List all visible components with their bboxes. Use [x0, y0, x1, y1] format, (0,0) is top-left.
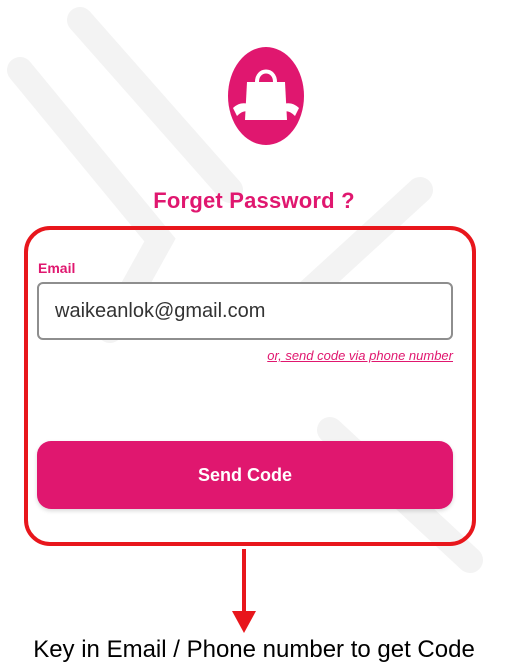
- arrow-down-icon: [232, 549, 256, 633]
- page-title: Forget Password ?: [153, 188, 355, 213]
- send-via-phone-link[interactable]: or, send code via phone number: [267, 348, 453, 363]
- email-label: Email: [38, 260, 76, 276]
- send-code-button[interactable]: Send Code: [37, 441, 453, 509]
- email-field[interactable]: [37, 282, 453, 340]
- shopping-bag-with-hands-icon: [228, 47, 304, 145]
- annotation-caption: Key in Email / Phone number to get Code: [33, 636, 475, 663]
